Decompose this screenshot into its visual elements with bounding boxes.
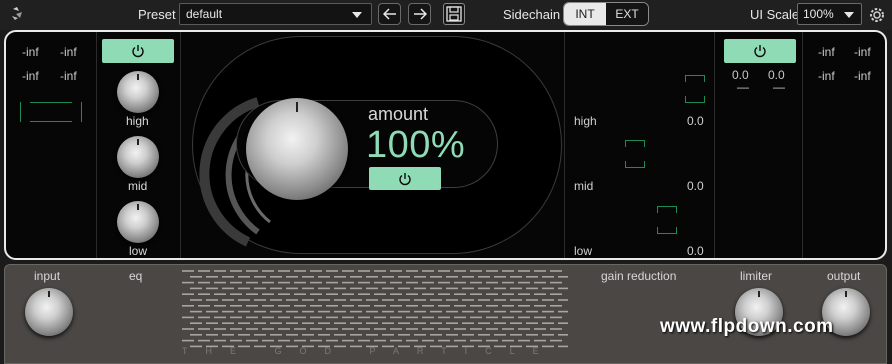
sidechain-ext-option[interactable]: EXT (606, 3, 648, 25)
gr-low-value: 0.0 (687, 244, 704, 258)
previous-preset-button[interactable] (378, 3, 401, 25)
output-peak-left: -inf (818, 45, 835, 59)
eq-low-knob[interactable] (117, 201, 159, 243)
chevron-down-icon (352, 12, 362, 18)
chevron-down-icon (844, 12, 854, 18)
limiter-power-button[interactable] (724, 39, 796, 63)
save-icon (446, 6, 462, 22)
gr-high-value: 0.0 (687, 114, 704, 128)
ui-scale-value: 100% (803, 7, 834, 21)
input-level-meter (20, 102, 82, 122)
amount-label: amount (368, 104, 429, 124)
top-bar: Preset default Sidechain INT EXT UI Scal… (0, 0, 892, 30)
input-label: input (34, 269, 61, 283)
power-icon (754, 45, 766, 58)
eq-high-label: high (126, 114, 149, 128)
input-level-line (30, 102, 72, 103)
amount-power-button[interactable] (369, 167, 441, 190)
preset-value: default (186, 7, 223, 21)
eq-power-button[interactable] (102, 39, 174, 63)
input-rms-right: -inf (60, 69, 77, 83)
input-gain-knob[interactable] (25, 288, 73, 336)
input-rms-left: -inf (22, 69, 39, 83)
preset-label: Preset (138, 7, 176, 22)
output-rms-left: -inf (818, 69, 835, 83)
gr-low-meter (657, 206, 677, 234)
sidechain-int-option[interactable]: INT (564, 3, 606, 25)
gear-icon[interactable] (867, 5, 887, 25)
limiter-label: limiter (740, 269, 772, 283)
save-preset-button[interactable] (443, 3, 465, 25)
sidechain-toggle[interactable]: INT EXT (563, 2, 649, 26)
divider (802, 32, 803, 258)
gr-mid-meter (625, 140, 645, 168)
product-name: THE GOD PARTICLE (182, 346, 557, 356)
power-icon (132, 45, 144, 58)
limiter-dash-right: — (773, 80, 785, 94)
gr-high-label: high (574, 114, 597, 128)
ui-scale-dropdown[interactable]: 100% (797, 3, 862, 25)
gain-reduction-label: gain reduction (601, 269, 677, 283)
input-peak-right: -inf (60, 45, 77, 59)
gr-low-label: low (574, 244, 593, 258)
input-peak-left: -inf (22, 45, 39, 59)
preset-dropdown[interactable]: default (179, 3, 372, 25)
output-peak-right: -inf (854, 45, 871, 59)
divider (180, 32, 181, 258)
input-level-line (30, 121, 72, 122)
ui-scale-label: UI Scale (750, 7, 800, 22)
watermark-text: www.flpdown.com (660, 316, 834, 337)
output-label: output (827, 269, 861, 283)
gr-mid-label: mid (574, 179, 594, 193)
main-panel: -inf -inf -inf -inf high mid low amount … (4, 30, 887, 260)
eq-label: eq (129, 269, 143, 283)
gr-high-meter (685, 75, 705, 103)
gr-mid-value: 0.0 (687, 179, 704, 193)
amount-value: 100% (366, 124, 466, 166)
eq-mid-label: mid (128, 179, 148, 193)
output-rms-right: -inf (854, 69, 871, 83)
arrow-right-icon (413, 8, 427, 20)
limiter-dash-left: — (737, 80, 749, 94)
eq-high-knob[interactable] (117, 71, 159, 113)
next-preset-button[interactable] (408, 3, 431, 25)
divider (96, 32, 97, 258)
speaker-grille (182, 270, 568, 348)
logo-icon (12, 7, 22, 20)
sidechain-label: Sidechain (503, 7, 561, 22)
power-icon (399, 172, 411, 185)
eq-low-label: low (129, 244, 148, 258)
divider (714, 32, 715, 258)
divider (564, 32, 565, 258)
amount-knob[interactable] (246, 98, 348, 200)
eq-mid-knob[interactable] (117, 136, 159, 178)
arrow-left-icon (382, 8, 396, 20)
